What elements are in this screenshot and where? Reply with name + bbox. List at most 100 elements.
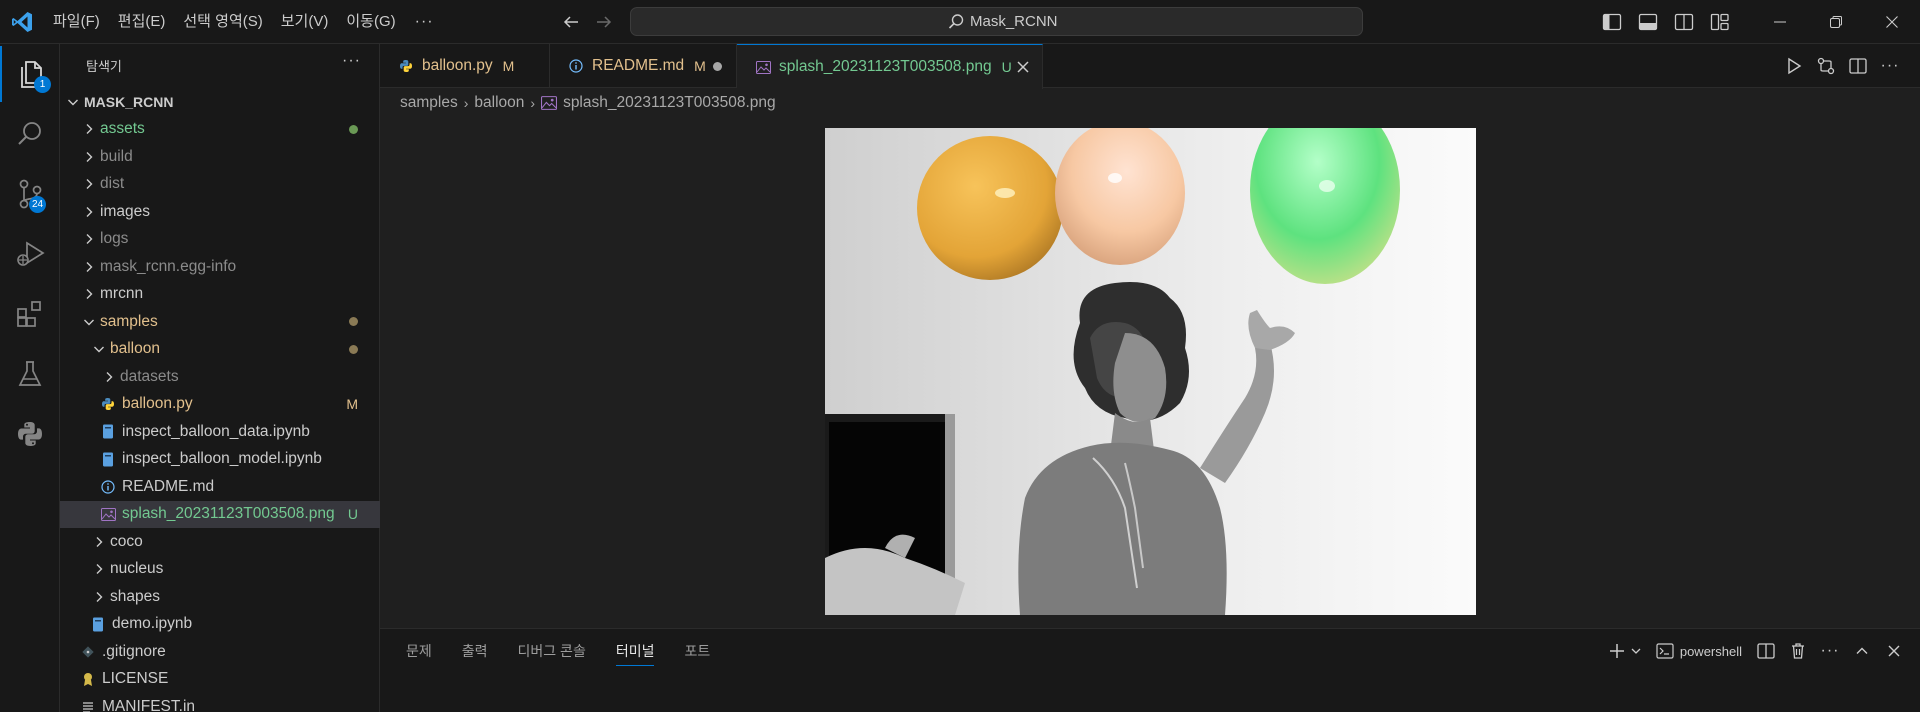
file-tree: MASK_RCNN assets build dist images logs [60, 88, 380, 712]
close-window-icon[interactable] [1864, 0, 1920, 44]
compare-changes-icon[interactable] [1815, 55, 1837, 77]
tree-item-gitignore[interactable]: .gitignore [60, 638, 380, 666]
maximize-panel-icon[interactable] [1851, 640, 1873, 662]
tab-ports[interactable]: 포트 [684, 629, 710, 673]
tab-readme[interactable]: README.md M [550, 44, 737, 88]
toggle-panel-icon[interactable] [1636, 10, 1660, 34]
python-activity[interactable] [0, 406, 60, 462]
tree-item-demo[interactable]: demo.ipynb [60, 611, 380, 639]
extensions-activity[interactable] [0, 286, 60, 342]
breadcrumb-item[interactable]: samples [400, 94, 458, 112]
tree-item-mrcnn[interactable]: mrcnn [60, 281, 380, 309]
terminal-name: powershell [1679, 643, 1742, 659]
tree-item-label: dist [100, 175, 125, 193]
tree-item-balloon[interactable]: balloon [60, 336, 380, 364]
restore-icon[interactable] [1808, 0, 1864, 44]
tree-item-assets[interactable]: assets [60, 116, 380, 144]
close-panel-icon[interactable] [1883, 640, 1905, 662]
tree-item-logs[interactable]: logs [60, 226, 380, 254]
tree-item-license[interactable]: LICENSE [60, 666, 380, 694]
tree-item-datasets[interactable]: datasets [60, 363, 380, 391]
tree-item-label: demo.ipynb [112, 615, 193, 633]
command-center-search[interactable]: Mask_RCNN [630, 7, 1363, 36]
menu-more-button[interactable]: ··· [405, 13, 444, 31]
chevron-right-icon: › [530, 95, 536, 111]
toggle-primary-sidebar-icon[interactable] [1600, 10, 1624, 34]
customize-layout-icon[interactable] [1708, 10, 1732, 34]
breadcrumb-item[interactable]: balloon [474, 94, 524, 112]
toggle-secondary-sidebar-icon[interactable] [1672, 10, 1696, 34]
source-control-activity[interactable]: 24 [0, 166, 60, 222]
tree-item-manifest[interactable]: MANIFEST.in [60, 693, 380, 712]
tree-item-label: images [100, 202, 150, 220]
chevron-down-icon[interactable] [1629, 640, 1643, 662]
breadcrumb-item[interactable]: splash_20231123T003508.png [563, 94, 776, 112]
notebook-file-icon [100, 424, 116, 440]
tree-item-splash-png[interactable]: splash_20231123T003508.png U [60, 500, 380, 528]
tree-item-label: splash_20231123T003508.png [122, 505, 335, 523]
terminal-selector[interactable]: powershell [1656, 643, 1742, 659]
tree-item-label: LICENSE [102, 670, 169, 688]
tab-terminal[interactable]: 터미널 [615, 629, 654, 673]
splash-image [825, 128, 1476, 615]
image-file-icon [755, 59, 771, 75]
forward-arrow-icon[interactable] [593, 11, 615, 33]
tree-item-nucleus[interactable]: nucleus [60, 556, 380, 584]
run-debug-activity[interactable] [0, 226, 60, 282]
more-actions-icon[interactable]: ··· [1819, 640, 1841, 662]
tree-item-label: mask_rcnn.egg-info [100, 257, 237, 275]
tree-item-readme[interactable]: README.md [60, 473, 380, 501]
tree-item-label: coco [110, 532, 143, 550]
explorer-sidebar: 탐색기 ··· MASK_RCNN assets build dist imag… [60, 44, 380, 712]
tree-root[interactable]: MASK_RCNN [60, 88, 380, 116]
tab-output[interactable]: 출력 [462, 629, 488, 673]
tree-item-coco[interactable]: coco [60, 528, 380, 556]
untracked-marker: U [347, 506, 358, 523]
tab-splash-png[interactable]: splash_20231123T003508.png U [737, 44, 1043, 89]
back-arrow-icon[interactable] [560, 11, 582, 33]
tree-item-samples[interactable]: samples [60, 308, 380, 336]
tree-item-label: datasets [120, 367, 179, 385]
unsaved-dot[interactable] [713, 62, 722, 71]
tab-balloon-py[interactable]: balloon.py M [380, 44, 550, 88]
chevron-right-icon [96, 564, 103, 575]
chevron-down-icon [84, 319, 94, 326]
split-terminal-icon[interactable] [1755, 640, 1777, 662]
tree-item-label: nucleus [110, 560, 164, 578]
explorer-activity[interactable]: 1 [0, 46, 60, 102]
beaker-icon [18, 361, 42, 386]
split-editor-icon[interactable] [1847, 55, 1869, 77]
more-actions-icon[interactable]: ··· [1879, 55, 1901, 77]
tree-item-balloon-py[interactable]: balloon.py M [60, 391, 380, 419]
search-icon [948, 14, 964, 29]
python-file-icon [398, 58, 414, 74]
tree-item-label: assets [100, 120, 145, 138]
menu-view[interactable]: 보기(V) [272, 0, 338, 44]
tree-item-egg-info[interactable]: mask_rcnn.egg-info [60, 253, 380, 281]
run-debug-icon [17, 241, 45, 266]
menu-file[interactable]: 파일(F) [44, 0, 109, 44]
tree-item-build[interactable]: build [60, 143, 380, 171]
minimize-icon[interactable] [1752, 0, 1808, 44]
root-label: MASK_RCNN [84, 93, 174, 110]
tree-item-inspect-data[interactable]: inspect_balloon_data.ipynb [60, 418, 380, 446]
menu-selection[interactable]: 선택 영역(S) [174, 0, 271, 44]
search-activity[interactable] [0, 106, 60, 162]
menu-go[interactable]: 이동(G) [337, 0, 404, 44]
git-file-icon [80, 644, 96, 660]
tab-problems[interactable]: 문제 [406, 629, 432, 673]
tree-item-inspect-model[interactable]: inspect_balloon_model.ipynb [60, 446, 380, 474]
close-tab-icon[interactable] [1014, 58, 1032, 76]
image-file-icon [100, 506, 116, 522]
run-icon[interactable] [1783, 55, 1805, 77]
testing-activity[interactable] [0, 346, 60, 402]
new-terminal-icon[interactable] [1606, 640, 1628, 662]
trash-icon[interactable] [1787, 640, 1809, 662]
tree-item-dist[interactable]: dist [60, 171, 380, 199]
tree-item-shapes[interactable]: shapes [60, 583, 380, 611]
editor-area: balloon.py M README.md M splash_20231123… [380, 44, 1920, 628]
tree-item-images[interactable]: images [60, 198, 380, 226]
menu-edit[interactable]: 편집(E) [109, 0, 175, 44]
tab-debug-console[interactable]: 디버그 콘솔 [518, 629, 586, 673]
explorer-more-button[interactable]: ··· [342, 52, 361, 70]
